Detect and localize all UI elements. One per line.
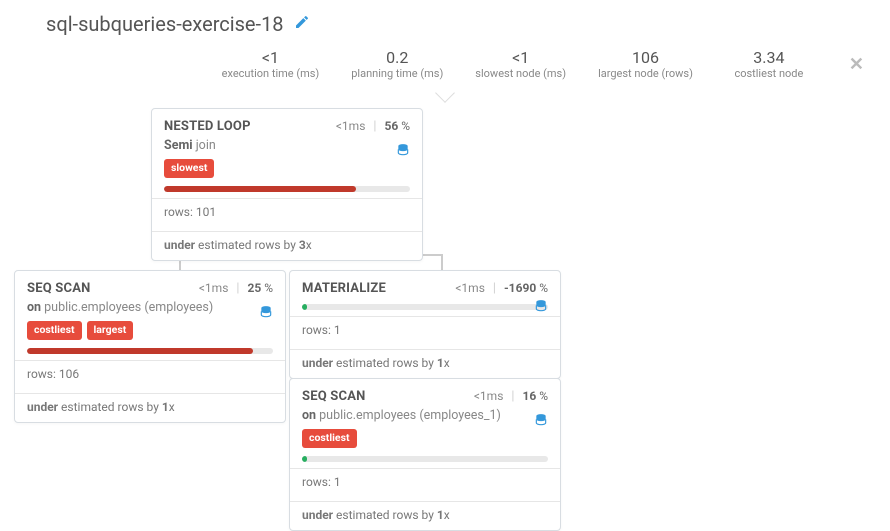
node-name: MATERIALIZE [302,281,386,296]
progress-bar [27,348,273,354]
stat-execution-time: <1 execution time (ms) [222,48,320,80]
node-estimate: under estimated rows by 1x [290,349,560,378]
node-rows: rows: 1 [290,468,560,495]
stat-label: slowest node (ms) [475,67,566,80]
plan-node-seq-scan[interactable]: SEQ SCAN <1ms | 25 % on public.employees… [14,270,286,423]
node-subtitle: on public.employees (employees) [27,300,273,315]
stat-label: execution time (ms) [222,67,320,80]
database-icon[interactable] [396,143,410,161]
stat-slowest-node: <1 slowest node (ms) [475,48,566,80]
stat-planning-time: 0.2 planning time (ms) [351,48,443,80]
node-percent: 25 % [247,281,273,295]
title-row: sql-subqueries-exercise-18 [0,0,890,44]
stat-value: <1 [222,48,320,67]
page-title: sql-subqueries-exercise-18 [46,12,284,36]
progress-bar [164,186,410,192]
stat-label: costliest node [725,67,813,80]
stat-largest-node: 106 largest node (rows) [598,48,693,80]
node-estimate: under estimated rows by 3x [152,231,422,260]
stat-value: <1 [475,48,566,67]
plan-node-nested-loop[interactable]: NESTED LOOP <1ms | 56 % Semi join slowes… [151,108,423,261]
tag-largest: largest [87,321,134,340]
stat-value: 0.2 [351,48,443,67]
tag-slowest: slowest [164,159,214,178]
stats-row: <1 execution time (ms) 0.2 planning time… [0,44,890,94]
plan-node-seq-scan[interactable]: SEQ SCAN <1ms | 16 % on public.employees… [289,378,561,531]
node-rows: rows: 101 [152,198,422,225]
node-subtitle: Semi join [164,138,410,153]
node-time: <1ms [199,281,229,295]
stat-label: largest node (rows) [598,67,693,80]
database-icon[interactable] [534,299,548,317]
node-time: <1ms [455,281,485,295]
node-percent: 16 % [522,389,548,403]
node-percent: 56 % [384,119,410,133]
node-name: NESTED LOOP [164,119,251,134]
node-time: <1ms [474,389,504,403]
tag-costliest: costliest [302,429,357,448]
node-estimate: under estimated rows by 1x [290,501,560,530]
node-rows: rows: 1 [290,316,560,343]
tag-costliest: costliest [27,321,82,340]
plan-node-materialize[interactable]: MATERIALIZE <1ms | -1690 % rows: 1 under… [289,270,561,379]
node-estimate: under estimated rows by 1x [15,393,285,422]
progress-bar [302,456,548,462]
database-icon[interactable] [534,413,548,431]
node-name: SEQ SCAN [302,389,366,404]
stat-label: planning time (ms) [351,67,443,80]
node-name: SEQ SCAN [27,281,91,296]
plan-canvas: NESTED LOOP <1ms | 56 % Semi join slowes… [0,94,890,514]
progress-bar [302,304,548,310]
stat-value: 3.34 [725,48,813,67]
node-subtitle: on public.employees (employees_1) [302,408,548,423]
close-icon[interactable]: ✕ [849,54,864,75]
stat-value: 106 [598,48,693,67]
stat-costliest-node: 3.34 costliest node [725,48,813,80]
node-percent: -1690 % [504,281,548,295]
node-time: <1ms [336,119,366,133]
node-rows: rows: 106 [15,360,285,387]
database-icon[interactable] [259,305,273,323]
edit-icon[interactable] [294,14,310,34]
